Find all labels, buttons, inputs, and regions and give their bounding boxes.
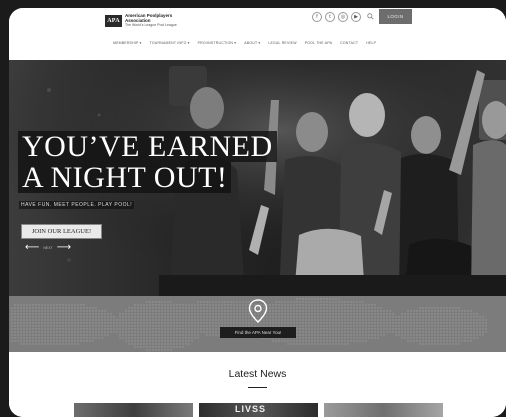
search-icon[interactable] [367, 13, 374, 20]
hero-title-line2: A NIGHT OUT! [18, 162, 232, 193]
main-nav: MEMBERSHIP ▾ TOURNAMENT INFO ▾ PRO/INSTR… [113, 41, 376, 45]
latest-news-heading: Latest News [228, 368, 287, 380]
nav-item-contact[interactable]: CONTACT [340, 41, 358, 45]
find-apa-button[interactable]: Find the APA Near You! [220, 327, 296, 338]
nav-item-legal-review[interactable]: LEGAL REVIEW [268, 41, 296, 45]
nav-item-about[interactable]: ABOUT ▾ [244, 41, 260, 45]
nav-item-tournament-info[interactable]: TOURNAMENT INFO ▾ [150, 41, 190, 45]
next-arrow-icon[interactable]: ⟶ [57, 243, 71, 253]
instagram-icon[interactable]: ◎ [338, 12, 348, 22]
join-league-button[interactable]: JOIN OUR LEAGUE! [21, 224, 102, 239]
logo-badge: APA [105, 14, 122, 27]
facebook-icon[interactable]: f [312, 12, 322, 22]
nav-item-pool-the-apa[interactable]: POOL THE APA [305, 41, 332, 45]
news-thumbnail-2[interactable]: LIVSS [199, 403, 318, 417]
hero-banner: YOU’VE EARNED A NIGHT OUT! HAVE FUN. MEE… [9, 60, 506, 296]
social-links: f t ◎ ▶ [312, 12, 361, 22]
login-button[interactable]: LOGIN [379, 9, 412, 24]
logo-wordmark: American Poolplayers Association The Wor… [125, 13, 177, 28]
prev-arrow-icon[interactable]: ⟵ [25, 243, 39, 253]
hero-title-line1: YOU’VE EARNED [18, 131, 277, 162]
news-thumbnail-3[interactable] [324, 403, 443, 417]
locator-band: Find the APA Near You! [9, 296, 506, 352]
heading-divider [248, 387, 267, 388]
nav-item-membership[interactable]: MEMBERSHIP ▾ [113, 41, 142, 45]
slider-controls: ⟵ NEXT ⟶ [25, 243, 71, 253]
browser-viewport: APA American Poolplayers Association The… [9, 8, 506, 417]
hero-title: YOU’VE EARNED A NIGHT OUT! [18, 131, 277, 193]
slider-label: NEXT [43, 246, 53, 250]
news-thumbnail-2-text: LIVSS [235, 404, 267, 414]
location-pin-icon [248, 299, 268, 323]
youtube-icon[interactable]: ▶ [351, 12, 361, 22]
news-thumbnail-1[interactable] [74, 403, 193, 417]
hero-subtitle: HAVE FUN. MEET PEOPLE. PLAY POOL! [19, 201, 135, 209]
twitter-icon[interactable]: t [325, 12, 335, 22]
nav-item-help[interactable]: HELP [366, 41, 376, 45]
latest-news-section: Latest News LIVSS [9, 352, 506, 417]
logo-tagline: The World's League Pool League [125, 23, 177, 27]
nav-item-pro-instruction[interactable]: PRO/INSTRUCTION ▾ [198, 41, 237, 45]
site-header: APA American Poolplayers Association The… [9, 8, 506, 60]
apa-logo[interactable]: APA American Poolplayers Association The… [105, 13, 177, 28]
